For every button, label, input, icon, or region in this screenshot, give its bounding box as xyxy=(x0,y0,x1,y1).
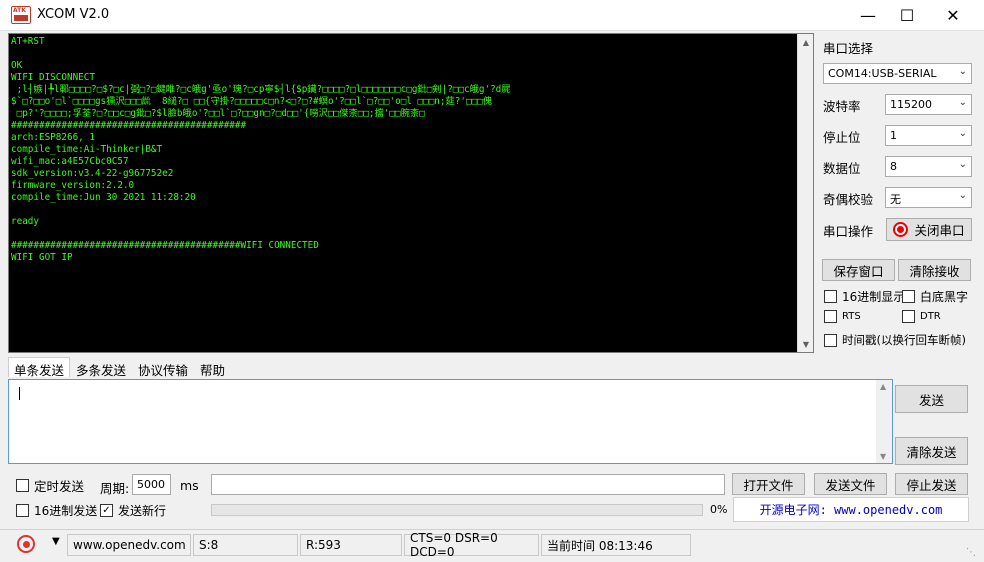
status-url[interactable]: www.openedv.com xyxy=(67,534,191,556)
app-logo-icon: ATK xyxy=(11,6,31,24)
title-bar: ATK XCOM V2.0 — ☐ ✕ xyxy=(0,0,984,31)
send-input[interactable]: ▲ ▼ xyxy=(8,379,893,464)
chevron-down-icon: ⌄ xyxy=(958,66,967,77)
data-bits-value: 8 xyxy=(890,160,897,173)
chevron-down-icon: ⌄ xyxy=(958,97,967,108)
close-icon[interactable]: ✕ xyxy=(930,0,976,30)
save-window-button[interactable]: 保存窗口 xyxy=(822,259,895,281)
text-caret xyxy=(19,387,20,400)
timed-send-checkbox[interactable]: 定时发送 xyxy=(16,476,84,495)
terminal-line: WIFI GOT IP xyxy=(11,252,73,263)
status-sent: S:8 xyxy=(193,534,298,556)
clear-send-button[interactable]: 清除发送 xyxy=(895,437,968,465)
open-file-button[interactable]: 打开文件 xyxy=(732,473,805,495)
port-select-label: 串口选择 xyxy=(823,41,874,56)
baud-label: 波特率 xyxy=(823,99,861,114)
stop-bits-label: 停止位 xyxy=(823,130,861,145)
send-progress-bar xyxy=(211,504,703,516)
receive-scrollbar[interactable]: ▲ ▼ xyxy=(797,34,813,352)
send-newline-checkbox[interactable]: ✓ 发送新行 xyxy=(100,502,166,519)
status-lines: CTS=0 DSR=0 DCD=0 xyxy=(404,531,539,559)
receive-terminal[interactable]: AT+RST OK WIFI DISCONNECT ;l┤嫉|╄l鄆□□□□?□$… xyxy=(8,33,814,353)
send-file-button[interactable]: 发送文件 xyxy=(814,473,887,495)
stop-send-button[interactable]: 停止发送 xyxy=(895,473,968,495)
port-select-value: COM14:USB-SERIAL xyxy=(828,67,937,80)
receive-text: AT+RST OK WIFI DISCONNECT ;l┤嫉|╄l鄆□□□□?□$… xyxy=(11,36,791,264)
terminal-line: ########################################… xyxy=(11,240,319,251)
dtr-checkbox[interactable]: DTR xyxy=(902,310,941,323)
terminal-line: arch:ESP8266, 1 xyxy=(11,132,95,143)
tab-multi-send[interactable]: 多条发送 xyxy=(70,357,132,378)
port-operation-label: 串口操作 xyxy=(823,224,874,239)
scroll-down-icon[interactable]: ▼ xyxy=(880,452,886,461)
close-port-label: 关闭串口 xyxy=(914,223,965,238)
baud-select[interactable]: 115200 ⌄ xyxy=(885,94,972,115)
chevron-down-icon: ⌄ xyxy=(958,159,967,170)
status-received: R:593 xyxy=(300,534,402,556)
parity-select[interactable]: 无 ⌄ xyxy=(885,187,972,208)
record-icon[interactable] xyxy=(17,535,35,553)
close-port-button[interactable]: 关闭串口 xyxy=(886,218,972,241)
rts-checkbox[interactable]: RTS xyxy=(824,310,861,323)
port-status-icon xyxy=(893,222,909,237)
stop-bits-select[interactable]: 1 ⌄ xyxy=(885,125,972,146)
progress-percent: 0% xyxy=(710,503,728,516)
terminal-line: wifi_mac:a4E57Cbc0C57 xyxy=(11,156,129,167)
terminal-line: ready xyxy=(11,216,39,227)
parity-value: 无 xyxy=(890,193,901,206)
period-unit: ms xyxy=(180,478,199,493)
baud-select-value: 115200 xyxy=(890,98,932,111)
status-time: 当前时间 08:13:46 xyxy=(541,534,691,556)
period-input[interactable]: 5000 xyxy=(132,474,171,495)
hex-send-checkbox[interactable]: 16进制发送 xyxy=(16,502,97,519)
tab-help[interactable]: 帮助 xyxy=(194,357,231,378)
timestamp-checkbox[interactable]: 时间戳(以换行回车断帧) xyxy=(824,332,966,348)
tab-single-send[interactable]: 单条发送 xyxy=(8,357,71,378)
terminal-line: □p?'?□□□□;孚荃?□?□□c□g鈚□?$l臉b皒o'?□□l`□?□□g… xyxy=(11,108,425,119)
clear-receive-button[interactable]: 清除接收 xyxy=(898,259,971,281)
file-path-input[interactable] xyxy=(211,474,725,495)
send-scrollbar[interactable]: ▲ ▼ xyxy=(876,380,892,463)
white-bg-checkbox[interactable]: 白底黑字 xyxy=(902,288,968,305)
checkmark-icon: ✓ xyxy=(100,504,113,517)
terminal-line: ########################################… xyxy=(11,120,247,131)
scroll-up-icon[interactable]: ▲ xyxy=(880,382,886,391)
website-link[interactable]: 开源电子网: www.openedv.com xyxy=(733,497,969,522)
parity-label: 奇偶校验 xyxy=(823,192,874,207)
terminal-line: sdk_version:v3.4-22-g967752e2 xyxy=(11,168,174,179)
terminal-line: compile_time:Jun 30 2021 11:28:20 xyxy=(11,192,196,203)
send-button[interactable]: 发送 xyxy=(895,385,968,413)
status-bar: ▼ www.openedv.com S:8 R:593 CTS=0 DSR=0 … xyxy=(0,529,984,562)
tab-protocol[interactable]: 协议传输 xyxy=(132,357,194,378)
terminal-line: OK xyxy=(11,60,23,71)
dropdown-arrow-icon[interactable]: ▼ xyxy=(52,536,60,547)
scroll-down-icon[interactable]: ▼ xyxy=(798,336,813,352)
scroll-up-icon[interactable]: ▲ xyxy=(798,34,813,50)
port-select[interactable]: COM14:USB-SERIAL ⌄ xyxy=(823,63,972,84)
terminal-line: $`□?□□o'□l`□□□□gs獯沢□□□詤 8縋?□ □□{守掛?□□□□□… xyxy=(11,96,493,107)
chevron-down-icon: ⌄ xyxy=(958,128,967,139)
window-title: XCOM V2.0 xyxy=(37,7,110,22)
terminal-line: AT+RST xyxy=(11,36,45,47)
resize-grip-icon[interactable]: ⋱ xyxy=(966,547,976,558)
data-bits-select[interactable]: 8 ⌄ xyxy=(885,156,972,177)
period-label: 周期: xyxy=(100,481,130,496)
hex-display-checkbox[interactable]: 16进制显示 xyxy=(824,288,905,305)
chevron-down-icon: ⌄ xyxy=(958,190,967,201)
maximize-icon[interactable]: ☐ xyxy=(884,0,930,30)
terminal-line: firmware_version:2.2.0 xyxy=(11,180,135,191)
data-bits-label: 数据位 xyxy=(823,161,861,176)
terminal-line: WIFI DISCONNECT xyxy=(11,72,95,83)
terminal-line: compile_time:Ai-Thinker|B&T xyxy=(11,144,163,155)
stop-bits-value: 1 xyxy=(890,129,897,142)
terminal-line: ;l┤嫉|╄l鄆□□□□?□$?□c|弼□?□鍵睢?□c皒g'亟o'瑰?□cp寧… xyxy=(11,84,511,95)
send-tabs: 单条发送 多条发送 协议传输 帮助 xyxy=(8,357,231,378)
